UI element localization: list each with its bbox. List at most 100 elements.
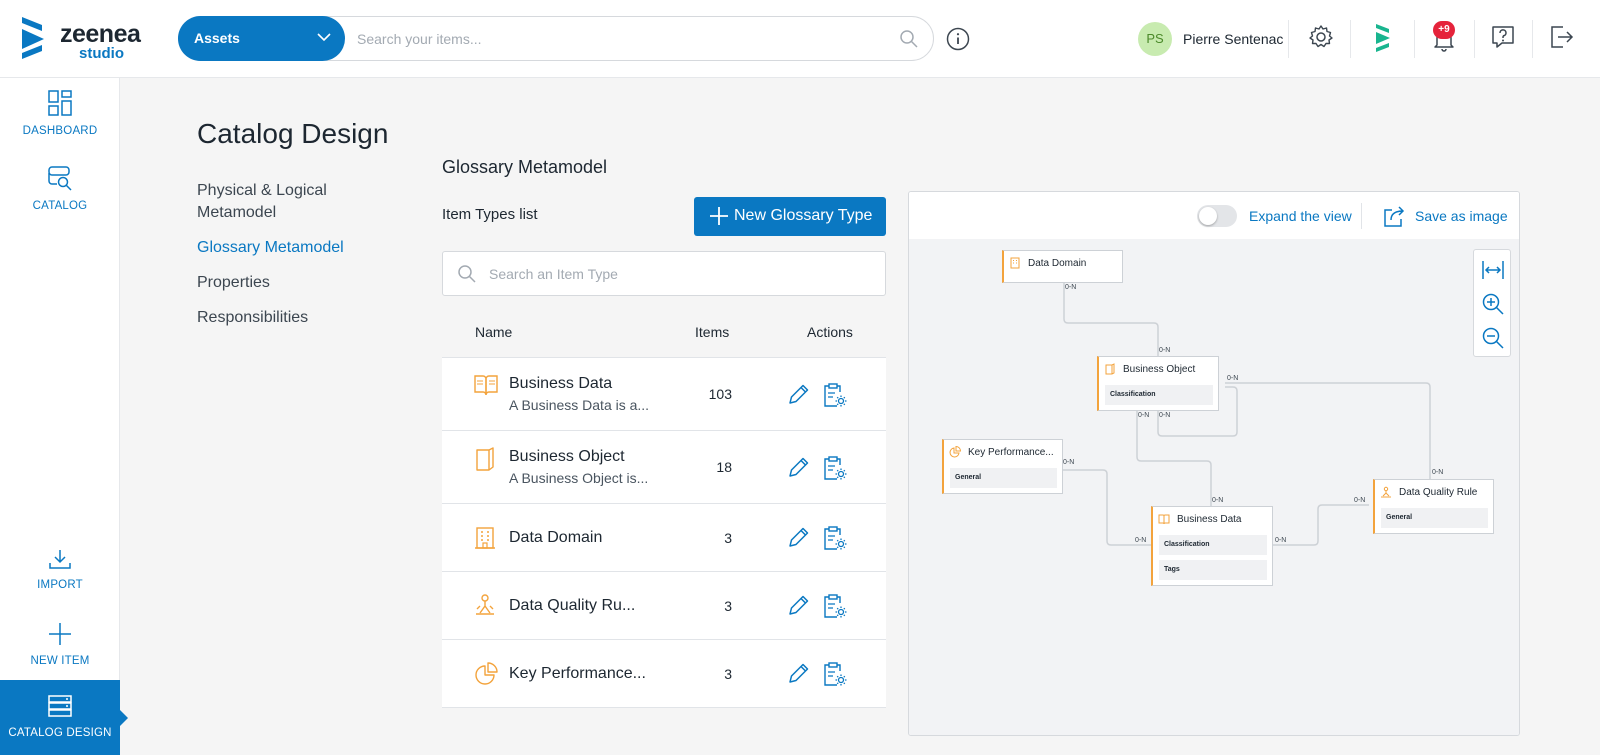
diagram-node-data-quality-rule[interactable]: Data Quality Rule General (1373, 479, 1494, 534)
configure-icon[interactable] (823, 525, 847, 551)
configure-icon[interactable] (823, 661, 847, 687)
configure-icon[interactable] (823, 455, 847, 481)
zoom-in-icon[interactable] (1481, 292, 1505, 316)
zeenea-logo-mark-icon (22, 17, 44, 59)
nav-dashboard-label: DASHBOARD (22, 125, 98, 137)
column-actions: Actions (807, 324, 853, 340)
chevron-down-icon (317, 33, 331, 42)
save-as-image-label[interactable]: Save as image (1415, 208, 1508, 224)
cardinality-label: 0-N (1354, 497, 1366, 504)
nav-import[interactable]: IMPORT (0, 548, 120, 591)
node-title: Data Quality Rule (1399, 487, 1478, 498)
diagram-node-business-object[interactable]: Business Object Classification (1097, 356, 1219, 411)
zoom-out-icon[interactable] (1481, 326, 1505, 350)
divider (1474, 20, 1475, 58)
item-type-search-input[interactable] (489, 263, 869, 285)
row-count: 3 (724, 598, 732, 614)
gear-icon[interactable] (1308, 24, 1334, 50)
top-bar: zeenea studio Assets PS Pierre Sentenac … (0, 0, 1600, 78)
nav-new-item[interactable]: NEW ITEM (0, 622, 120, 667)
subnav-responsibilities[interactable]: Responsibilities (197, 307, 397, 329)
logo-subtitle: studio (79, 45, 124, 62)
table-row[interactable]: Business Object A Business Object is... … (442, 431, 886, 504)
logout-icon[interactable] (1549, 24, 1575, 50)
import-icon (49, 550, 71, 569)
object-icon (476, 447, 494, 471)
list-title: Item Types list (442, 206, 538, 223)
global-search-input[interactable] (357, 27, 887, 51)
row-name: Key Performance... (509, 665, 646, 682)
diagram-node-data-domain[interactable]: Data Domain (1002, 250, 1123, 283)
subnav-properties[interactable]: Properties (197, 272, 397, 294)
subnav-physical-logical[interactable]: Physical & Logical Metamodel (197, 180, 397, 224)
page-title: Catalog Design (197, 118, 389, 149)
avatar: PS (1138, 22, 1172, 56)
subnav-glossary-metamodel[interactable]: Glossary Metamodel (197, 237, 397, 259)
fit-width-icon[interactable] (1481, 258, 1505, 282)
cardinality-label: 0-N (1065, 284, 1077, 291)
user-name: Pierre Sentenac (1183, 31, 1284, 47)
building-icon (475, 527, 495, 549)
share-export-icon[interactable] (1383, 204, 1407, 228)
table-row[interactable]: Business Data A Business Data is a... 10… (442, 358, 886, 431)
divider (1532, 20, 1533, 58)
node-title: Business Data (1177, 514, 1242, 525)
divider (1361, 203, 1362, 229)
nav-new-item-label: NEW ITEM (30, 655, 90, 667)
table-row[interactable]: Data Domain 3 (442, 504, 886, 572)
column-items: Items (695, 324, 730, 340)
table-row[interactable]: Data Quality Ru... 3 (442, 572, 886, 640)
row-description: A Business Data is a... (509, 397, 650, 413)
item-types-table: Name Items Actions Business Data A Busin… (442, 308, 886, 708)
nav-catalog[interactable]: CATALOG (0, 165, 120, 212)
zeenea-logo[interactable]: zeenea studio (20, 16, 160, 62)
cardinality-label: 0-N (1063, 459, 1075, 466)
node-title: Data Domain (1028, 258, 1087, 269)
row-description: A Business Object is... (509, 470, 649, 486)
book-icon (474, 375, 498, 396)
plus-icon (49, 623, 71, 645)
pie-chart-icon (949, 446, 961, 458)
cardinality-label: 0-N (1159, 412, 1171, 419)
edit-icon[interactable] (787, 455, 811, 479)
toggle-knob (1199, 207, 1217, 225)
edit-icon[interactable] (787, 525, 811, 549)
cardinality-label: 0-N (1227, 375, 1239, 382)
nav-catalog-design-label: CATALOG DESIGN (8, 727, 112, 739)
edit-icon[interactable] (787, 661, 811, 685)
quality-icon (476, 594, 494, 615)
cardinality-label: 0-N (1432, 469, 1444, 476)
diagram-toolbar: Expand the view Save as image (909, 192, 1519, 239)
catalog-icon (48, 166, 72, 191)
edit-icon[interactable] (787, 593, 811, 617)
nav-catalog-design[interactable]: CATALOG DESIGN (0, 680, 128, 755)
table-header: Name Items Actions (442, 308, 886, 358)
search-scope-label: Assets (194, 30, 240, 46)
cardinality-label: 0-N (1275, 537, 1287, 544)
left-nav: DASHBOARD CATALOG IMPORT NEW ITEM CATALO… (0, 78, 128, 755)
diagram-node-business-data[interactable]: Business Data Classification Tags (1151, 506, 1273, 586)
active-indicator (120, 710, 128, 726)
expand-view-label[interactable]: Expand the view (1249, 208, 1352, 224)
node-title: Business Object (1123, 364, 1196, 375)
pie-chart-icon (475, 662, 498, 685)
zeenea-app-icon[interactable] (1374, 24, 1392, 52)
diagram-canvas[interactable]: 0-N 0-N 0-N 0-N 0-N 0-N 0-N 0-N 0-N 0-N … (909, 239, 1519, 735)
new-glossary-type-label: New Glossary Type (734, 207, 873, 224)
search-scope-dropdown[interactable]: Assets (178, 16, 345, 61)
nav-dashboard[interactable]: DASHBOARD (0, 90, 120, 137)
cardinality-label: 0-N (1159, 347, 1171, 354)
building-icon (1010, 257, 1020, 269)
expand-view-toggle[interactable] (1197, 205, 1237, 227)
table-row[interactable]: Key Performance... 3 (442, 640, 886, 708)
search-icon[interactable] (899, 29, 919, 49)
info-icon[interactable] (946, 27, 970, 51)
new-glossary-type-button[interactable]: New Glossary Type (694, 197, 886, 236)
cardinality-label: 0-N (1212, 497, 1224, 504)
edit-icon[interactable] (787, 382, 811, 406)
configure-icon[interactable] (823, 382, 847, 408)
diagram-node-kpi[interactable]: Key Performance... General (942, 439, 1063, 494)
divider (1288, 20, 1289, 58)
help-icon[interactable] (1490, 24, 1516, 50)
configure-icon[interactable] (823, 593, 847, 619)
